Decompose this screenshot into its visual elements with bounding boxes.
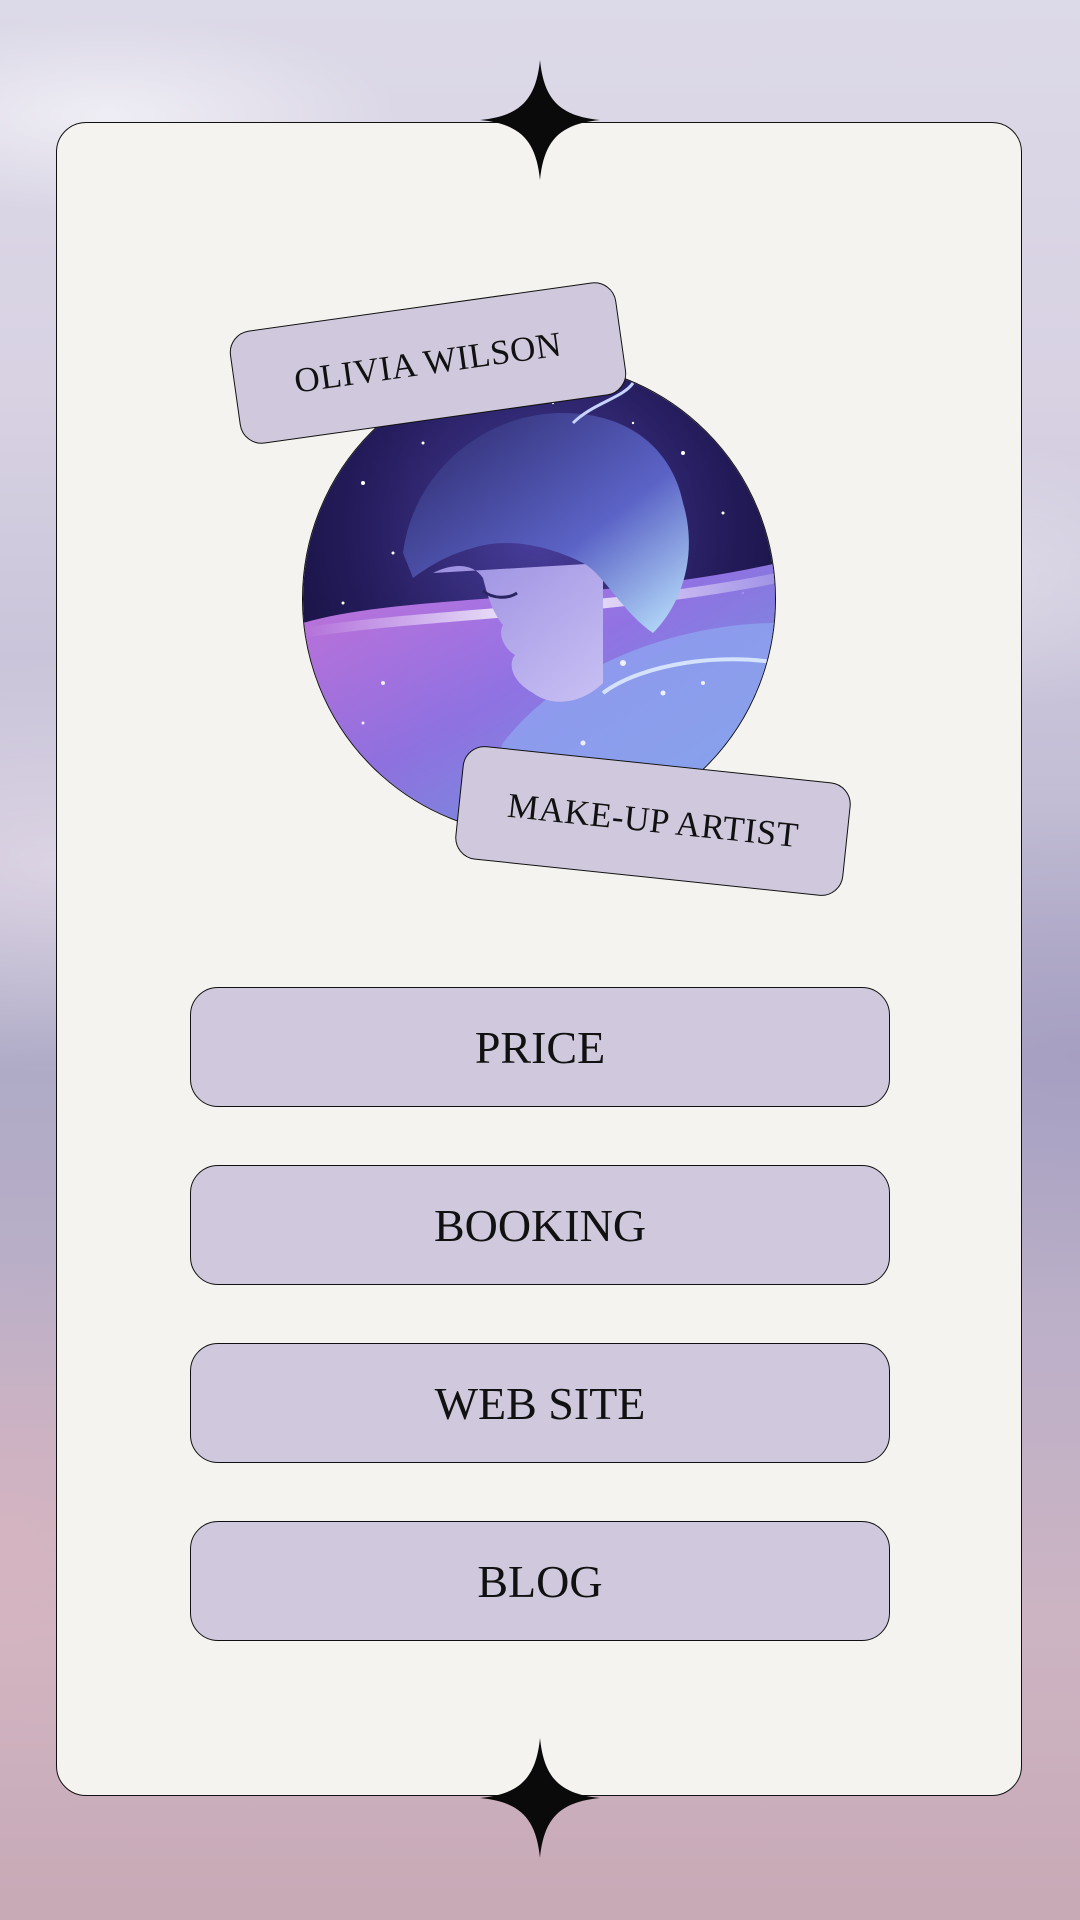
booking-button-label: BOOKING [433,1199,647,1251]
blog-button-label: BLOG [477,1555,603,1607]
sparkle-star-icon [480,1738,600,1858]
profile-name: OLIVIA WILSON [291,324,564,401]
blog-button[interactable]: BLOG [190,1521,890,1641]
profile-role: MAKE-UP ARTIST [505,785,801,856]
sparkle-star-icon [480,60,600,180]
price-button-label: PRICE [474,1021,606,1073]
price-button[interactable]: PRICE [190,987,890,1107]
website-button-label: WEB SITE [434,1377,646,1429]
booking-button[interactable]: BOOKING [190,1165,890,1285]
website-button[interactable]: WEB SITE [190,1343,890,1463]
